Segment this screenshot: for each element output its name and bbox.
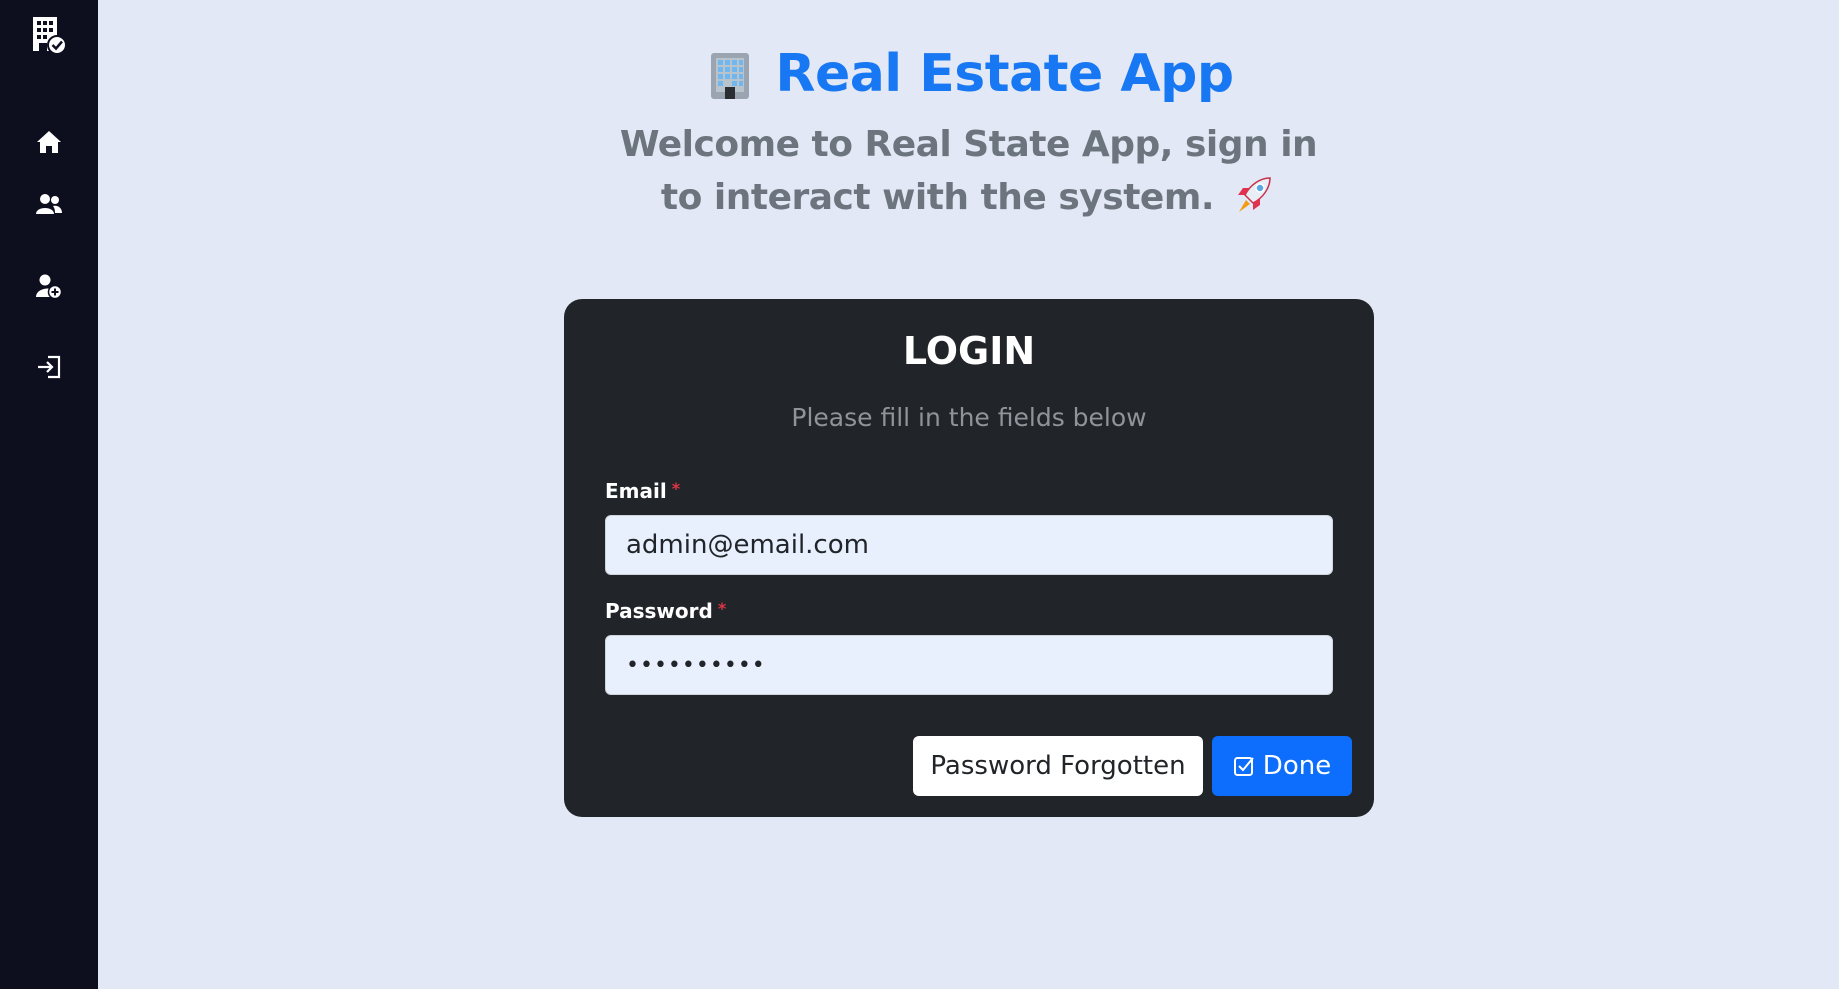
app-title: Real Estate App <box>775 44 1234 104</box>
page-header: Real Estate App Welcome to Real State Ap… <box>98 44 1839 224</box>
main-content: Real Estate App Welcome to Real State Ap… <box>98 0 1839 989</box>
login-title: LOGIN <box>902 329 1036 373</box>
sign-in-icon[interactable] <box>0 352 98 382</box>
login-subtitle: Please fill in the fields below <box>791 403 1147 432</box>
password-label: Password * <box>605 599 726 623</box>
done-button[interactable]: Done <box>1212 736 1352 796</box>
building-emoji-icon <box>703 47 757 101</box>
check-square-icon <box>1233 755 1255 777</box>
password-required-mark: * <box>717 599 727 618</box>
email-field[interactable] <box>605 515 1333 575</box>
password-forgotten-button[interactable]: Password Forgotten <box>913 736 1203 796</box>
password-forgotten-label: Password Forgotten <box>930 751 1186 781</box>
sidebar <box>0 0 98 989</box>
email-label: Email * <box>605 479 680 503</box>
password-value: •••••••••• <box>626 652 766 678</box>
welcome-text: Welcome to Real State App, sign in to in… <box>619 124 1318 218</box>
building-check-icon[interactable] <box>0 14 98 56</box>
email-required-mark: * <box>671 479 681 498</box>
done-label: Done <box>1262 751 1332 781</box>
home-icon[interactable] <box>0 128 98 156</box>
email-label-text: Email <box>605 479 667 503</box>
login-card: LOGIN Please fill in the fields below Em… <box>564 299 1374 817</box>
password-label-text: Password <box>605 599 713 623</box>
welcome-subtitle: Welcome to Real State App, sign in to in… <box>609 118 1329 224</box>
rocket-icon <box>1232 175 1276 215</box>
password-field[interactable]: •••••••••• <box>605 635 1333 695</box>
users-icon[interactable] <box>0 190 98 218</box>
user-plus-icon[interactable] <box>0 272 98 302</box>
title-row: Real Estate App <box>98 44 1839 104</box>
